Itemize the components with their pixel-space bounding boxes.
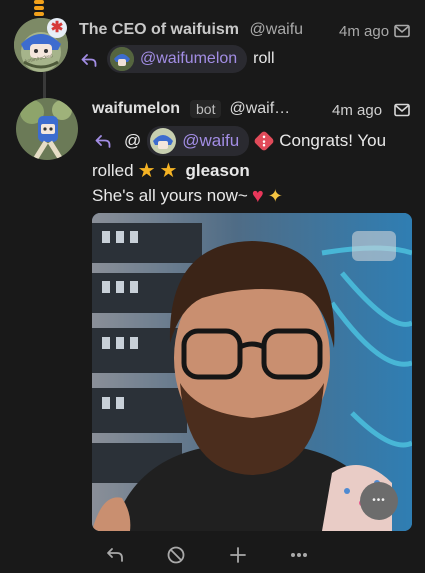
- more-icon[interactable]: [290, 552, 308, 558]
- action-bar: [106, 545, 308, 565]
- mention-avatar: [150, 128, 177, 154]
- avatar-image: [16, 98, 78, 160]
- display-name[interactable]: waifumelon: [92, 100, 180, 118]
- reply-icon: [81, 54, 97, 67]
- post-text-line2: rolled: [92, 161, 134, 180]
- dice-icon: [253, 130, 276, 152]
- mention-chip[interactable]: @waifu: [147, 126, 250, 156]
- rolled-name[interactable]: gleason: [185, 161, 249, 181]
- star-icon: ★: [159, 160, 178, 182]
- no-repost-icon[interactable]: [167, 546, 185, 564]
- envelope-icon[interactable]: [394, 103, 410, 117]
- avatar[interactable]: [16, 98, 78, 160]
- bot-badge: bot: [190, 100, 222, 118]
- user-handle[interactable]: @waif…: [229, 100, 290, 118]
- display-name[interactable]: The CEO of waifuism: [79, 21, 239, 38]
- envelope-icon[interactable]: [394, 24, 410, 38]
- timestamp[interactable]: 4m ago: [339, 23, 389, 40]
- mention-chip[interactable]: @waifumelon: [107, 45, 248, 73]
- at-sign: @: [124, 131, 142, 150]
- plus-icon[interactable]: [229, 546, 247, 564]
- post-text: roll: [253, 50, 275, 67]
- user-handle[interactable]: @waifu: [249, 21, 303, 38]
- mention-text[interactable]: @waifu: [182, 131, 239, 151]
- sparkles-icon: ✦: [267, 186, 283, 206]
- post-2[interactable]: waifumelon bot @waif… 4m ago @ @waifu Co…: [0, 90, 425, 573]
- avatar-decoration: [34, 0, 44, 18]
- reply-icon[interactable]: [106, 547, 124, 563]
- anger-emoji-decoration: ✱: [47, 18, 67, 38]
- sparkling-heart-icon: ♥: [251, 185, 264, 207]
- post-1[interactable]: ✱ kotlin/rocked The CEO of waifuism @wai…: [0, 0, 425, 90]
- reply-icon: [95, 135, 111, 148]
- image-more-button[interactable]: •••: [360, 482, 398, 520]
- mention-text[interactable]: @waifumelon: [140, 50, 237, 68]
- post-text-line3: She's all yours now~: [92, 186, 248, 205]
- post-image[interactable]: •••: [92, 213, 412, 531]
- photo-selfie-server-room: [92, 213, 412, 531]
- post-text-line1: Congrats! You: [279, 131, 387, 150]
- mention-avatar: [110, 47, 134, 71]
- star-icon: ★: [137, 160, 156, 182]
- timestamp[interactable]: 4m ago: [332, 102, 382, 119]
